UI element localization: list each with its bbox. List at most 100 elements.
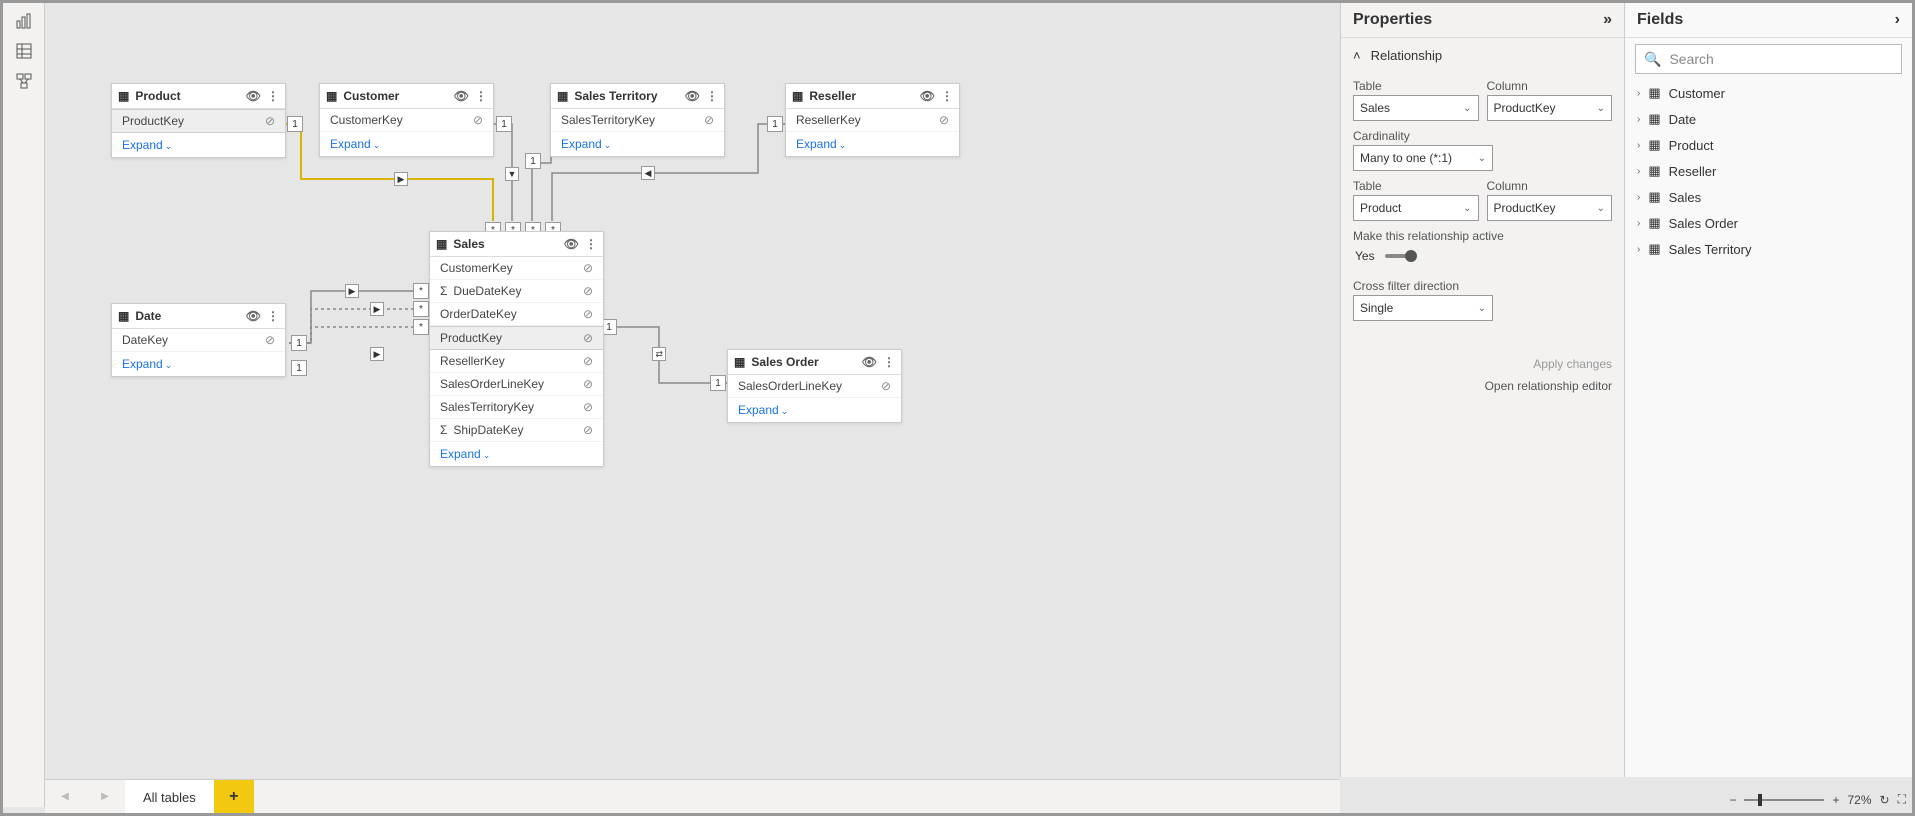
expand-link[interactable]: Expand⌄: [320, 132, 493, 156]
hidden-icon[interactable]: ⊘: [939, 113, 949, 127]
table-field[interactable]: ResellerKey ⊘: [786, 109, 959, 132]
zoom-thumb[interactable]: [1758, 794, 1762, 806]
hidden-icon[interactable]: ⊘: [583, 261, 593, 275]
hidden-icon[interactable]: ⊘: [704, 113, 714, 127]
field-table-reseller[interactable]: ›▦Reseller: [1625, 158, 1912, 184]
table2-dropdown[interactable]: Product⌄: [1353, 195, 1479, 221]
apply-changes-link[interactable]: Apply changes: [1341, 353, 1624, 375]
expand-link[interactable]: Expand⌄: [786, 132, 959, 156]
table-field[interactable]: ΣShipDateKey⊘: [430, 419, 603, 442]
more-icon[interactable]: ⋮: [267, 89, 279, 103]
zoom-in-button[interactable]: +: [1832, 793, 1839, 807]
fields-search[interactable]: 🔍 Search: [1635, 44, 1902, 74]
hidden-icon[interactable]: ⊘: [583, 331, 593, 345]
hidden-icon[interactable]: ⊘: [473, 113, 483, 127]
field-table-customer[interactable]: ›▦Customer: [1625, 80, 1912, 106]
crossfilter-dropdown[interactable]: Single⌄: [1353, 295, 1493, 321]
hidden-icon[interactable]: ⊘: [583, 377, 593, 391]
panel-title: Properties: [1353, 11, 1432, 29]
table-field[interactable]: DateKey ⊘: [112, 329, 285, 352]
table-field[interactable]: SalesTerritoryKey⊘: [430, 396, 603, 419]
more-icon[interactable]: ⋮: [706, 89, 718, 103]
hidden-icon[interactable]: ⊘: [583, 423, 593, 437]
table-field[interactable]: SalesOrderLineKey⊘: [430, 373, 603, 396]
table-field[interactable]: ΣDueDateKey⊘: [430, 280, 603, 303]
hidden-icon[interactable]: ⊘: [583, 400, 593, 414]
data-view-icon[interactable]: [14, 41, 34, 61]
field-table-sales-territory[interactable]: ›▦Sales Territory: [1625, 236, 1912, 262]
expand-link[interactable]: Expand⌄: [551, 132, 724, 156]
column1-dropdown[interactable]: ProductKey⌄: [1487, 95, 1613, 121]
field-table-product[interactable]: ›▦Product: [1625, 132, 1912, 158]
table-header[interactable]: ▦Sales Order 👁⋮: [728, 350, 901, 375]
field-table-sales-order[interactable]: ›▦Sales Order: [1625, 210, 1912, 236]
expand-link[interactable]: Expand⌄: [112, 133, 285, 157]
table-header[interactable]: ▦Sales 👁⋮: [430, 232, 603, 257]
eye-icon[interactable]: 👁: [685, 89, 700, 103]
more-icon[interactable]: ⋮: [883, 355, 895, 369]
table-card-date[interactable]: ▦Date 👁⋮ DateKey ⊘ Expand⌄: [111, 303, 286, 377]
eye-icon[interactable]: 👁: [862, 355, 877, 369]
table-header[interactable]: ▦Customer 👁⋮: [320, 84, 493, 109]
collapse-icon[interactable]: ›: [1895, 11, 1900, 29]
eye-icon[interactable]: 👁: [246, 309, 261, 323]
tab-all-tables[interactable]: All tables: [125, 780, 214, 813]
zoom-slider[interactable]: [1744, 799, 1824, 801]
expand-link[interactable]: Expand⌄: [112, 352, 285, 376]
table-name: Reseller: [809, 89, 856, 103]
table-field[interactable]: ResellerKey⊘: [430, 350, 603, 373]
table-field[interactable]: CustomerKey⊘: [430, 257, 603, 280]
eye-icon[interactable]: 👁: [246, 89, 261, 103]
table-field[interactable]: SalesTerritoryKey ⊘: [551, 109, 724, 132]
table-header[interactable]: ▦Product 👁⋮: [112, 84, 285, 109]
more-icon[interactable]: ⋮: [267, 309, 279, 323]
eye-icon[interactable]: 👁: [454, 89, 469, 103]
table1-dropdown[interactable]: Sales⌄: [1353, 95, 1479, 121]
table-field[interactable]: SalesOrderLineKey⊘: [728, 375, 901, 398]
expand-link[interactable]: Expand⌄: [430, 442, 603, 466]
table-icon: ▦: [1648, 137, 1660, 153]
table-card-sales-territory[interactable]: ▦Sales Territory 👁⋮ SalesTerritoryKey ⊘ …: [550, 83, 725, 157]
relationship-section[interactable]: ˄ Relationship: [1341, 38, 1624, 73]
collapse-icon[interactable]: »: [1603, 11, 1612, 29]
hidden-icon[interactable]: ⊘: [265, 333, 275, 347]
eye-icon[interactable]: 👁: [920, 89, 935, 103]
cardinality-dropdown[interactable]: Many to one (*:1)⌄: [1353, 145, 1493, 171]
more-icon[interactable]: ⋮: [585, 237, 597, 251]
hidden-icon[interactable]: ⊘: [881, 379, 891, 393]
table-card-sales-order[interactable]: ▦Sales Order 👁⋮ SalesOrderLineKey⊘ Expan…: [727, 349, 902, 423]
zoom-out-button[interactable]: −: [1729, 793, 1736, 807]
more-icon[interactable]: ⋮: [941, 89, 953, 103]
table-header[interactable]: ▦Reseller 👁⋮: [786, 84, 959, 109]
table-field[interactable]: ProductKey ⊘: [112, 109, 285, 133]
table-field[interactable]: OrderDateKey⊘: [430, 303, 603, 326]
hidden-icon[interactable]: ⊘: [583, 307, 593, 321]
tab-nav-next[interactable]: ▶: [85, 780, 125, 813]
table-field[interactable]: CustomerKey ⊘: [320, 109, 493, 132]
hidden-icon[interactable]: ⊘: [583, 284, 593, 298]
open-editor-link[interactable]: Open relationship editor: [1341, 375, 1624, 397]
report-view-icon[interactable]: [14, 11, 34, 31]
eye-icon[interactable]: 👁: [564, 237, 579, 251]
add-tab-button[interactable]: +: [214, 780, 254, 813]
table-field[interactable]: ProductKey⊘: [430, 326, 603, 350]
column2-dropdown[interactable]: ProductKey⌄: [1487, 195, 1613, 221]
fit-to-screen-icon[interactable]: ⛶: [1898, 792, 1906, 807]
field-table-sales[interactable]: ›▦Sales: [1625, 184, 1912, 210]
expand-link[interactable]: Expand⌄: [728, 398, 901, 422]
field-table-date[interactable]: ›▦Date: [1625, 106, 1912, 132]
reset-zoom-icon[interactable]: ↻: [1880, 793, 1890, 807]
more-icon[interactable]: ⋮: [475, 89, 487, 103]
hidden-icon[interactable]: ⊘: [583, 354, 593, 368]
table-header[interactable]: ▦Date 👁⋮: [112, 304, 285, 329]
table-card-customer[interactable]: ▦Customer 👁⋮ CustomerKey ⊘ Expand⌄: [319, 83, 494, 157]
table-card-sales[interactable]: ▦Sales 👁⋮ CustomerKey⊘ ΣDueDateKey⊘ Orde…: [429, 231, 604, 467]
hidden-icon[interactable]: ⊘: [265, 114, 275, 128]
active-toggle[interactable]: Yes: [1341, 245, 1624, 273]
cardinality-one: 1: [710, 375, 726, 391]
model-view-icon[interactable]: [14, 71, 34, 91]
table-card-reseller[interactable]: ▦Reseller 👁⋮ ResellerKey ⊘ Expand⌄: [785, 83, 960, 157]
table-header[interactable]: ▦Sales Territory 👁⋮: [551, 84, 724, 109]
table-card-product[interactable]: ▦Product 👁⋮ ProductKey ⊘ Expand⌄: [111, 83, 286, 158]
tab-nav-prev[interactable]: ◀: [45, 780, 85, 813]
